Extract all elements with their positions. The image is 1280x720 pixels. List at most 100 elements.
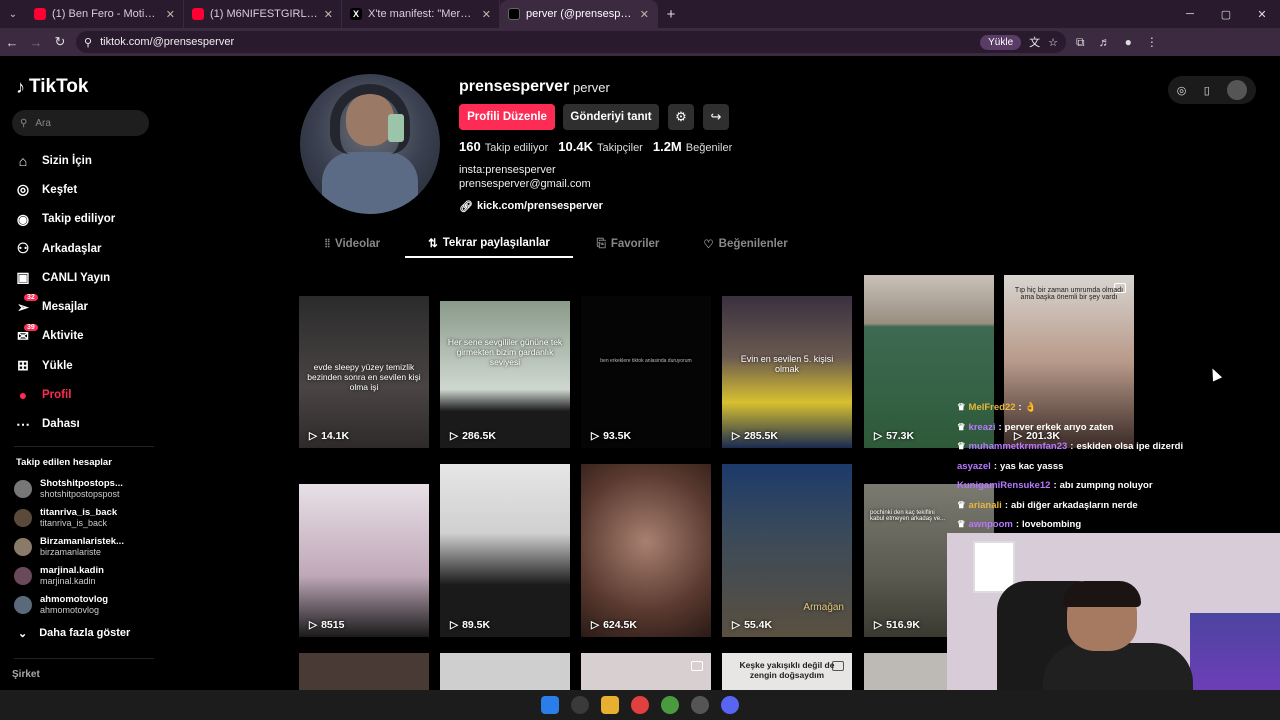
media-icon[interactable]: ♬ <box>1099 35 1111 50</box>
video-card[interactable] <box>581 653 711 690</box>
window-controls: ─ ▢ ✕ <box>1172 0 1280 28</box>
video-card[interactable]: ▷ 8515 <box>299 484 429 637</box>
edit-profile-button[interactable]: Profili Düzenle <box>459 104 555 130</box>
followers-label: Takipçiler <box>597 142 643 154</box>
views-count: 93.5K <box>603 430 632 442</box>
sidebar-item-for-you[interactable]: ⌂ Sizin İçin <box>14 146 154 175</box>
chrome-active-icon[interactable] <box>661 696 679 714</box>
tab-label: Beğenilenler <box>718 238 788 250</box>
menu-icon[interactable]: ⋮ <box>1146 35 1158 50</box>
video-card[interactable]: Armağan ▷ 55.4K <box>722 464 852 637</box>
tab-favorites[interactable]: ⎘ Favoriler <box>573 230 683 258</box>
obs-icon[interactable] <box>691 696 709 714</box>
tiktok-logo[interactable]: ♪ TikTok <box>16 76 88 98</box>
followers-stat[interactable]: 10.4K Takipçiler <box>558 139 643 154</box>
video-card[interactable] <box>299 653 429 690</box>
upload-pill-button[interactable]: Yükle <box>980 34 1022 50</box>
browser-tab[interactable]: (1) Ben Fero - Motivasyon [Offi ✕ <box>26 0 184 28</box>
promote-post-button[interactable]: Gönderiyi tanıt <box>563 104 659 130</box>
video-card[interactable] <box>440 653 570 690</box>
close-tab-icon[interactable]: ✕ <box>640 8 649 21</box>
video-caption: ben erkeklere tiktok anlasinda duruyorum <box>600 358 692 364</box>
video-card[interactable]: ben erkeklere tiktok anlasinda duruyorum… <box>581 296 711 448</box>
chevron-down-icon: ⌄ <box>18 628 28 640</box>
following-account[interactable]: Birzamanlaristek... birzamanlariste <box>14 536 124 557</box>
settings-gear-icon[interactable]: ⚙ <box>668 104 694 130</box>
share-icon[interactable]: ↪ <box>703 104 729 130</box>
video-views: ▷ 93.5K <box>591 430 631 442</box>
avatar <box>14 537 32 556</box>
profile-avatar[interactable] <box>300 74 440 214</box>
minimize-icon[interactable]: ─ <box>1172 8 1208 20</box>
sidebar-item-messages[interactable]: ➢ 32 Mesajlar <box>14 292 154 321</box>
tab-liked[interactable]: ♡ Beğenilenler <box>683 230 808 258</box>
profile-link[interactable]: 🔗︎ kick.com/prensesperver <box>459 200 603 213</box>
profile-icon[interactable]: ● <box>1125 35 1132 50</box>
browser-tab[interactable]: X X'te manifest: "Merhaba, biiiiz ✕ <box>342 0 500 28</box>
send-icon: ➢ <box>17 298 29 315</box>
chat-text: lovebombing <box>1022 519 1082 531</box>
user-avatar-icon[interactable] <box>1227 80 1248 100</box>
back-icon[interactable]: ← <box>0 35 24 50</box>
company-link[interactable]: Şirket <box>12 669 40 680</box>
following-account[interactable]: ahmomotovlog ahmomotovlog <box>14 594 108 615</box>
bookmark-star-icon[interactable]: ☆ <box>1048 36 1058 49</box>
search-taskbar-icon[interactable] <box>571 696 589 714</box>
browser-tab[interactable]: (1) M6NIFESTGIRLS | 3. Bölüm - ✕ <box>184 0 342 28</box>
following-stat[interactable]: 160 Takip ediliyor <box>459 139 548 154</box>
reload-icon[interactable]: ↻ <box>48 34 72 50</box>
following-account[interactable]: marjinal.kadin marjinal.kadin <box>14 565 104 586</box>
sidebar-item-following[interactable]: ◉ Takip ediliyor <box>14 205 154 234</box>
show-more-button[interactable]: ⌄ Daha fazla göster <box>18 627 130 640</box>
windows-start-icon[interactable] <box>541 696 559 714</box>
tab-title: X'te manifest: "Merhaba, biiiiz <box>368 8 476 20</box>
sidebar-item-upload[interactable]: ⊞ Yükle <box>14 351 154 380</box>
video-card[interactable]: evde sleepy yüzey temizlik bezinden sonr… <box>299 296 429 448</box>
play-icon: ▷ <box>450 430 459 442</box>
tab-title: (1) M6NIFESTGIRLS | 3. Bölüm - <box>210 8 318 20</box>
sidebar-item-activity[interactable]: ✉ 39 Aktivite <box>14 322 154 351</box>
following-account[interactable]: titanriva_is_back titanriva_is_back <box>14 507 117 528</box>
sidebar-nav: ⌂ Sizin İçin ◎ Keşfet ◉ Takip ediliyor ⚇ Ark… <box>14 146 154 439</box>
video-card[interactable]: Keşke yakışıklı değil de zengin doğsaydı… <box>722 653 852 690</box>
sidebar-item-explore[interactable]: ◎ Keşfet <box>14 175 154 204</box>
plus-square-icon: ⊞ <box>17 357 29 374</box>
translate-icon[interactable]: 文 <box>1029 34 1040 50</box>
sidebar-item-profile[interactable]: ● Profil <box>14 380 154 409</box>
bio-line: insta:prensesperver <box>459 164 556 176</box>
chrome-icon[interactable] <box>631 696 649 714</box>
video-card[interactable]: Her sene sevgililer gününe tek girmekten… <box>440 301 570 448</box>
play-icon: ▷ <box>874 619 883 631</box>
video-card[interactable]: ▷ 624.5K <box>581 464 711 637</box>
address-bar-row: ← → ↻ ⚲ tiktok.com/@prensesperver Yükle … <box>0 28 1280 56</box>
discord-icon[interactable] <box>721 696 739 714</box>
browser-tab-active[interactable]: perver (@prensesperver) | TikTo ✕ <box>500 0 658 28</box>
file-explorer-icon[interactable] <box>601 696 619 714</box>
tab-search-icon[interactable]: ⌄ <box>0 9 26 20</box>
coin-icon[interactable]: ◎ <box>1177 84 1187 97</box>
play-icon: ▷ <box>309 619 318 631</box>
account-handle: titanriva_is_back <box>40 518 108 528</box>
sidebar-item-live[interactable]: ▣ CANLI Yayın <box>14 263 154 292</box>
os-taskbar <box>0 690 1280 720</box>
new-tab-button[interactable]: + <box>658 6 684 23</box>
video-card[interactable]: ▷ 89.5K <box>440 464 570 637</box>
video-card[interactable]: Evin en sevilen 5. kişisi olmak ▷ 285.5K <box>722 296 852 448</box>
device-icon[interactable]: ▯ <box>1204 84 1210 97</box>
close-tab-icon[interactable]: ✕ <box>324 8 333 21</box>
search-input[interactable]: ⚲ Ara <box>12 110 149 136</box>
tab-reposts[interactable]: ⇅ Tekrar paylaşılanlar <box>405 230 573 258</box>
following-account[interactable]: Shotshitpostops... shotshitpostopspost <box>14 478 123 499</box>
close-window-icon[interactable]: ✕ <box>1244 8 1280 21</box>
sidebar-item-friends[interactable]: ⚇ Arkadaşlar <box>14 234 154 263</box>
close-tab-icon[interactable]: ✕ <box>482 8 491 21</box>
sidebar-item-label: Takip ediliyor <box>42 213 116 226</box>
tab-videos[interactable]: ⦙⦙ Videolar <box>300 230 405 258</box>
site-info-icon[interactable]: ⚲ <box>84 36 92 49</box>
url-field[interactable]: ⚲ tiktok.com/@prensesperver Yükle 文 ☆ <box>76 31 1066 53</box>
close-tab-icon[interactable]: ✕ <box>166 8 175 21</box>
maximize-icon[interactable]: ▢ <box>1208 8 1244 21</box>
forward-icon[interactable]: → <box>24 35 48 50</box>
sidebar-item-more[interactable]: ⋯ Dahası <box>14 410 154 439</box>
extensions-icon[interactable]: ⧉ <box>1076 35 1085 50</box>
